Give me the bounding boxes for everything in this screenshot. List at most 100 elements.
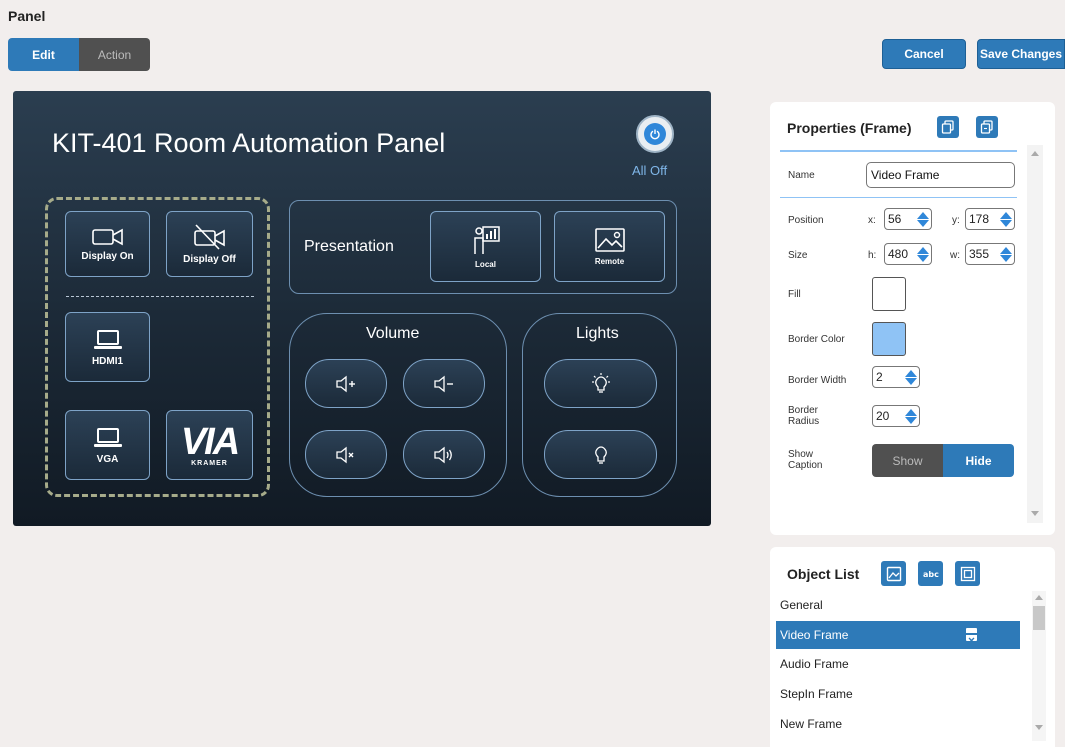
y-position-stepper[interactable]: 178 [965,208,1015,230]
stepper-arrows-icon[interactable] [1000,211,1012,227]
unmute-button[interactable] [403,430,485,479]
border-width-stepper[interactable]: 2 [872,366,920,388]
camera-off-icon [193,223,225,250]
size-label: Size [788,250,808,261]
show-caption-toggle: Show Hide [872,444,1014,477]
w-value: 355 [969,247,990,261]
w-label: w: [950,250,960,261]
object-list-item[interactable]: General [776,591,1020,619]
name-input[interactable]: Video Frame [866,162,1015,188]
border-color-label: Border Color [788,334,845,345]
display-off-label: Display Off [183,253,236,265]
volume-up-icon [336,375,355,392]
bulb-icon [594,445,607,464]
vga-button[interactable]: VGA [65,410,150,480]
copy-icon [941,120,954,134]
object-list-item[interactable]: Audio Frame [776,649,1020,679]
mode-toggle: Edit Action [8,38,150,71]
remote-label: Remote [594,257,625,266]
local-label: Local [475,260,496,269]
object-list: General Video Frame Audio Frame StepIn F… [776,591,1020,739]
scroll-down-icon[interactable] [1031,511,1039,516]
border-radius-value: 20 [876,409,890,423]
page-title: Panel [8,8,46,24]
stepper-arrows-icon[interactable] [917,211,929,227]
display-off-button[interactable]: Display Off [166,211,253,277]
laptop-icon [93,329,122,349]
object-list-item-label: Video Frame [780,628,849,642]
border-width-label: Border Width [788,375,847,386]
speaker-icon [434,446,452,463]
panel-title: KIT-401 Room Automation Panel [52,128,446,158]
local-button[interactable]: Local [430,211,541,282]
action-mode-button[interactable]: Action [79,38,150,71]
lights-on-button[interactable] [544,359,657,408]
object-list-title: Object List [787,566,860,582]
presenter-icon [473,226,500,254]
add-text-button[interactable]: abc [918,561,943,586]
paste-icon [980,120,993,134]
object-list-item-selected[interactable]: Video Frame [776,621,1020,649]
paste-style-button[interactable] [976,116,998,138]
position-label: Position [788,215,824,226]
mute-button[interactable] [305,430,387,479]
delete-icon[interactable] [966,628,977,644]
copy-style-button[interactable] [937,116,959,138]
border-radius-label: Border Radius [788,405,820,427]
kramer-logo-text: KRAMER [191,459,228,467]
frame-icon [960,566,975,581]
h-label: h: [868,250,877,261]
width-stepper[interactable]: 355 [965,243,1015,265]
all-off-button[interactable] [636,115,674,153]
camera-icon [91,228,123,245]
scroll-down-icon[interactable] [1035,725,1043,730]
lights-label: Lights [576,325,619,342]
y-value: 178 [969,212,990,226]
stepper-arrows-icon[interactable] [917,246,929,262]
properties-scrollbar[interactable] [1027,145,1043,523]
object-list-scrollbar[interactable] [1032,591,1046,741]
volume-down-icon [434,375,453,392]
scroll-up-icon[interactable] [1031,151,1039,156]
bulb-on-icon [591,372,610,393]
presentation-label: Presentation [304,238,394,255]
add-image-button[interactable] [881,561,906,586]
fill-label: Fill [788,289,801,300]
cancel-button[interactable]: Cancel [882,39,966,69]
vga-label: VGA [96,453,119,465]
remote-button[interactable]: Remote [554,211,665,282]
name-label: Name [788,170,815,181]
image-icon [886,566,901,581]
save-changes-button[interactable]: Save Changes [977,39,1065,69]
text-icon: abc [923,570,939,579]
image-icon [594,228,625,252]
display-on-label: Display On [81,250,134,262]
stepper-arrows-icon[interactable] [1000,246,1012,262]
show-caption-show-option[interactable]: Show [872,444,943,477]
object-list-item[interactable]: StepIn Frame [776,679,1020,709]
volume-label: Volume [366,325,420,342]
show-caption-label: Show Caption [788,449,823,471]
height-stepper[interactable]: 480 [884,243,932,265]
fill-color-swatch[interactable] [872,277,906,311]
volume-down-button[interactable] [403,359,485,408]
stepper-arrows-icon[interactable] [905,369,917,385]
border-width-value: 2 [876,370,883,384]
add-frame-button[interactable] [955,561,980,586]
display-on-button[interactable]: Display On [65,211,150,277]
via-kramer-logo[interactable]: VIA KRAMER [166,410,253,480]
scroll-thumb[interactable] [1033,606,1045,630]
lights-off-button[interactable] [544,430,657,479]
hdmi1-button[interactable]: HDMI1 [65,312,150,382]
show-caption-hide-option[interactable]: Hide [943,444,1014,477]
x-position-stepper[interactable]: 56 [884,208,932,230]
edit-mode-button[interactable]: Edit [8,38,79,71]
object-list-item[interactable]: New Frame [776,709,1020,739]
properties-title: Properties (Frame) [787,120,912,136]
volume-up-button[interactable] [305,359,387,408]
border-color-swatch[interactable] [872,322,906,356]
scroll-up-icon[interactable] [1035,595,1043,600]
name-divider [780,197,1017,198]
border-radius-stepper[interactable]: 20 [872,405,920,427]
stepper-arrows-icon[interactable] [905,408,917,424]
